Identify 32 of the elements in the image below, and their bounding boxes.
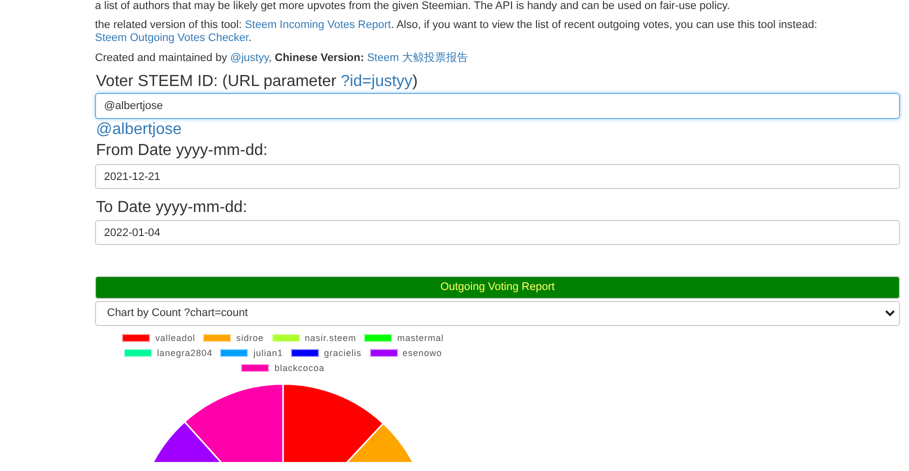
legend-label: julian1: [253, 347, 284, 359]
chevron-down-icon: [885, 310, 895, 317]
report-button[interactable]: Outgoing Voting Report: [95, 276, 900, 299]
text: Chinese Version:: [274, 52, 366, 64]
link[interactable]: Steem 大鲸投票报告: [367, 52, 468, 64]
voter-id-field[interactable]: @albertjose: [95, 93, 900, 119]
legend-label: nasir.steem: [304, 332, 356, 344]
legend-label: gracielis: [324, 347, 362, 359]
profile-link[interactable]: @albertjose: [95, 120, 900, 140]
field-label: ): [412, 73, 418, 90]
text: .: [248, 32, 252, 44]
link[interactable]: @justyy: [230, 52, 269, 64]
legend-label: esenowo: [402, 347, 442, 359]
legend-label: lanegra2804: [156, 347, 212, 359]
text: Created and maintained by: [95, 52, 228, 64]
field-label: From Date yyyy-mm-dd:: [95, 141, 269, 161]
from-date-field[interactable]: 2021-12-21: [95, 164, 900, 189]
legend-label: blackcocoa: [274, 362, 325, 374]
field-label: Voter STEEM ID: (URL parameter: [96, 73, 338, 90]
legend-label: mastermal: [397, 332, 444, 344]
text: . Also, if you want to view the list of recent outgoing votes, you can use this tool instead:: [390, 19, 818, 31]
legend-label: valleadol: [155, 332, 196, 344]
legend-label: sidroe: [236, 332, 264, 344]
link[interactable]: Steem Incoming Votes Report: [244, 19, 391, 31]
link[interactable]: ?id=justyy: [340, 73, 412, 90]
field-label: To Date yyyy-mm-dd:: [95, 198, 248, 218]
text: the related version of this tool:: [95, 19, 243, 31]
text: a list of authors that may be likely get more upvotes from the given Steemian. The API is handy and can be used on fair-use policy.: [95, 0, 730, 12]
to-date-field[interactable]: 2022-01-04: [95, 220, 900, 245]
link[interactable]: Steem Outgoing Votes Checker: [95, 32, 248, 44]
text: ,: [268, 52, 273, 64]
chart-select[interactable]: Chart by Count ?chart=count: [95, 301, 900, 326]
